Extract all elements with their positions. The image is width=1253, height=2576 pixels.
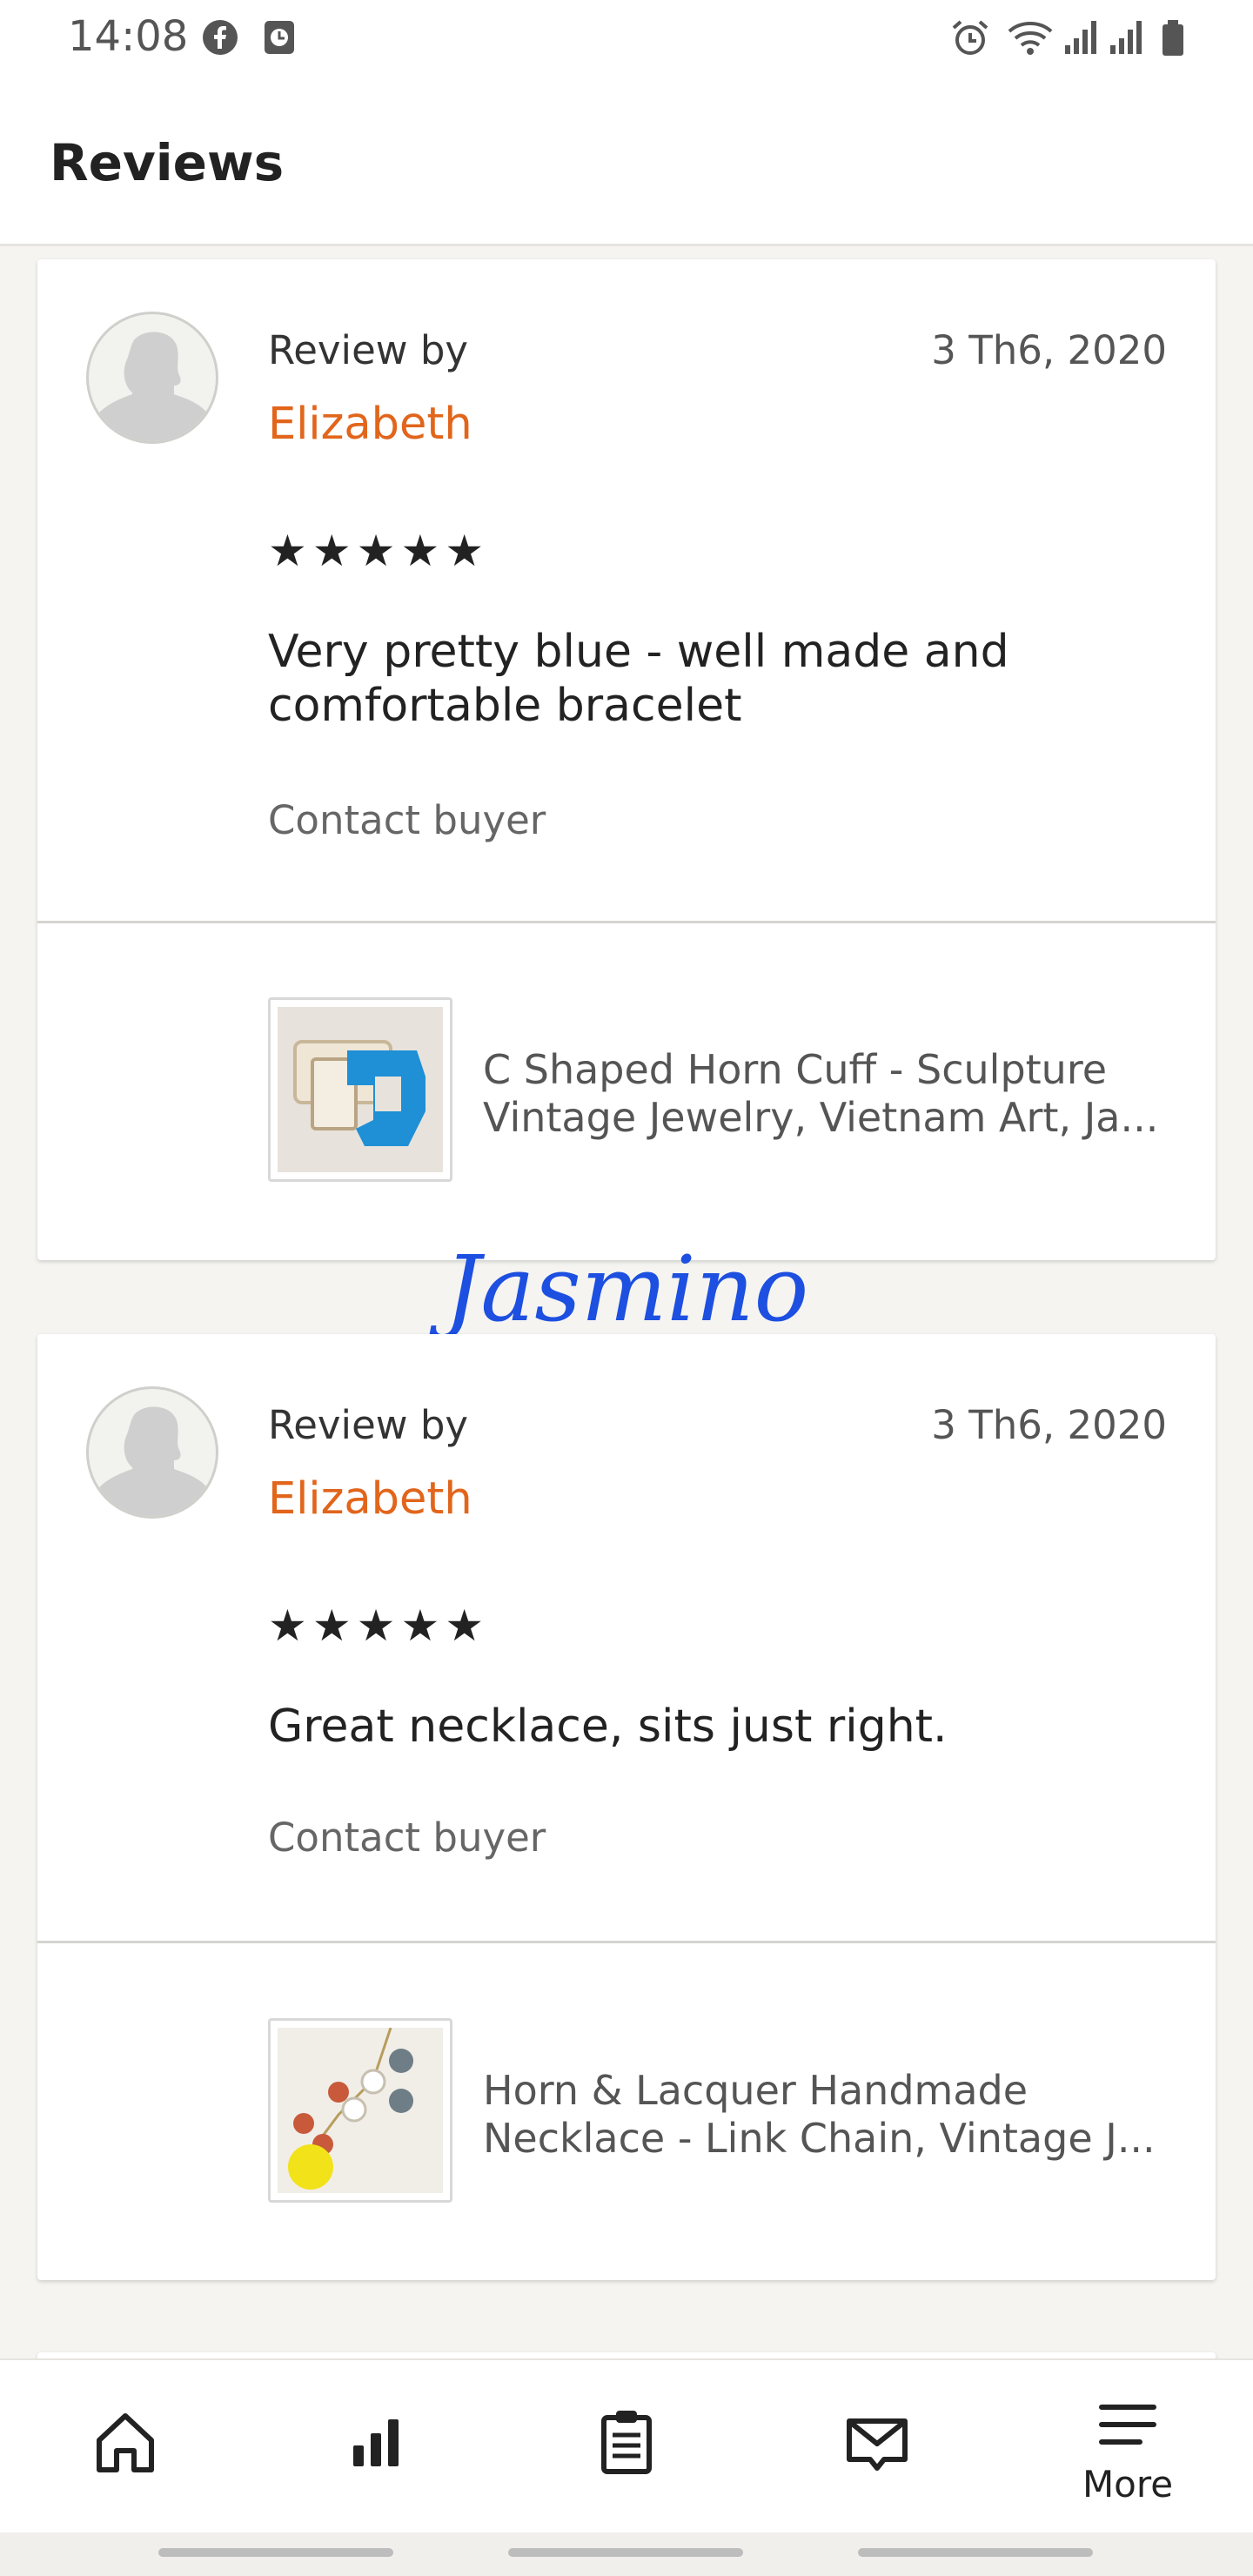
gesture-handle[interactable] bbox=[158, 2548, 393, 2557]
product-title-line: C Shaped Horn Cuff - Sculpture bbox=[483, 1046, 1108, 1093]
review-text: Great necklace, sits just right. bbox=[268, 1701, 948, 1753]
review-date: 3 Th6, 2020 bbox=[931, 327, 1167, 373]
product-image bbox=[278, 2028, 443, 2193]
product-title[interactable]: Horn & Lacquer Handmade Necklace - Link … bbox=[483, 2067, 1170, 2163]
card-divider bbox=[37, 1941, 1216, 1943]
nav-stats[interactable] bbox=[251, 2360, 501, 2534]
wifi-icon bbox=[1006, 19, 1055, 61]
nav-messages[interactable] bbox=[752, 2360, 1002, 2534]
nav-more-label: More bbox=[1082, 2463, 1174, 2506]
product-title[interactable]: C Shaped Horn Cuff - Sculpture Vintage J… bbox=[483, 1046, 1170, 1142]
app-bar: Reviews bbox=[0, 74, 1253, 246]
nav-home[interactable] bbox=[0, 2360, 251, 2534]
star-rating: ★★★★★ bbox=[268, 1600, 490, 1651]
orders-clipboard-icon bbox=[601, 2411, 652, 2474]
bottom-navigation: More bbox=[0, 2358, 1253, 2534]
reviewer-name[interactable]: Elizabeth bbox=[268, 399, 472, 450]
user-placeholder-icon bbox=[89, 1406, 216, 1516]
avatar[interactable] bbox=[86, 312, 218, 444]
review-by-label: Review by bbox=[268, 1402, 469, 1448]
user-placeholder-icon bbox=[89, 332, 216, 441]
status-bar: 14:08 bbox=[0, 0, 1253, 74]
system-navigation-bar bbox=[0, 2532, 1253, 2576]
signal-icon bbox=[1063, 19, 1102, 59]
review-date: 3 Th6, 2020 bbox=[931, 1402, 1167, 1448]
clock-app-icon bbox=[263, 19, 296, 59]
page-title: Reviews bbox=[50, 133, 285, 192]
gesture-handle[interactable] bbox=[858, 2548, 1093, 2557]
messages-icon bbox=[847, 2418, 908, 2471]
product-title-line: Vintage Jewelry, Vietnam Art, Ja... bbox=[483, 1094, 1159, 1141]
product-thumbnail[interactable] bbox=[268, 2018, 452, 2203]
watermark: Jasmino bbox=[444, 1236, 809, 1342]
card-divider bbox=[37, 921, 1216, 923]
nav-more[interactable]: More bbox=[1002, 2360, 1253, 2534]
contact-buyer-link[interactable]: Contact buyer bbox=[268, 1815, 546, 1861]
review-card: Review by Elizabeth 3 Th6, 2020 ★★★★★ Ve… bbox=[37, 259, 1216, 1260]
stats-icon bbox=[353, 2419, 399, 2466]
star-rating: ★★★★★ bbox=[268, 526, 490, 576]
review-text: Very pretty blue - well made and comfort… bbox=[268, 626, 1009, 732]
facebook-icon bbox=[202, 19, 238, 59]
status-time: 14:08 bbox=[68, 12, 189, 61]
product-thumbnail[interactable] bbox=[268, 997, 452, 1182]
contact-buyer-link[interactable]: Contact buyer bbox=[268, 797, 546, 843]
product-title-line: Horn & Lacquer Handmade bbox=[483, 2067, 1029, 2114]
home-icon bbox=[97, 2413, 154, 2472]
product-title-line: Necklace - Link Chain, Vintage J... bbox=[483, 2115, 1156, 2162]
battery-icon bbox=[1161, 19, 1185, 61]
avatar[interactable] bbox=[86, 1386, 218, 1519]
product-image bbox=[278, 1007, 443, 1172]
gesture-handle[interactable] bbox=[508, 2548, 743, 2557]
review-card: Review by Elizabeth 3 Th6, 2020 ★★★★★ Gr… bbox=[37, 1334, 1216, 2280]
alarm-icon bbox=[950, 19, 990, 61]
review-by-label: Review by bbox=[268, 327, 469, 373]
nav-orders[interactable] bbox=[501, 2360, 752, 2534]
reviewer-name[interactable]: Elizabeth bbox=[268, 1473, 472, 1525]
menu-icon bbox=[1099, 2405, 1156, 2445]
signal-icon bbox=[1109, 19, 1147, 59]
